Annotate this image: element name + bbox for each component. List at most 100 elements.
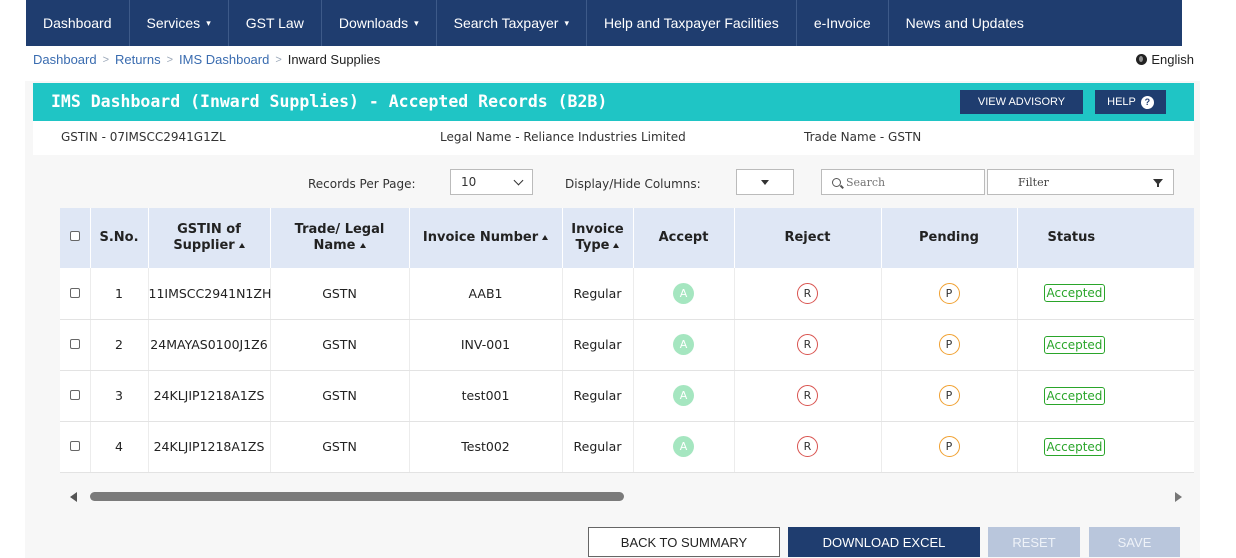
scrollbar-thumb[interactable] <box>90 492 624 501</box>
reject-header-label: Reject <box>784 230 831 245</box>
gstin-header-line2: Supplier <box>173 238 235 253</box>
save-button[interactable]: SAVE <box>1089 527 1180 557</box>
nav-help-facilities[interactable]: Help and Taxpayer Facilities <box>587 0 797 46</box>
table-row: 2 24MAYAS0100J1Z6 GSTN INV-001 Regular A… <box>60 319 1194 371</box>
pending-cell: P <box>881 268 1018 320</box>
invoice-number-header[interactable]: Invoice Number <box>409 208 563 268</box>
records-table: S.No. GSTIN of Supplier Trade/ Legal Name … <box>60 208 1194 473</box>
back-to-summary-button[interactable]: BACK TO SUMMARY <box>588 527 780 557</box>
breadcrumb-dashboard[interactable]: Dashboard <box>33 52 97 67</box>
horizontal-scrollbar[interactable] <box>60 488 1194 506</box>
status-badge: Accepted <box>1043 284 1106 303</box>
nav-news-updates[interactable]: News and Updates <box>889 0 1041 46</box>
gstin-header[interactable]: GSTIN of Supplier <box>148 208 271 268</box>
invoice-number-cell: INV-001 <box>409 319 563 371</box>
row-checkbox[interactable] <box>69 441 80 451</box>
gstin-cell: 24MAYAS0100J1Z6 <box>148 319 271 371</box>
search-field[interactable] <box>821 169 985 195</box>
status-header-label: Status <box>1047 230 1096 245</box>
reject-button[interactable]: R <box>797 385 818 406</box>
status-badge: Accepted <box>1043 386 1106 405</box>
select-all-checkbox[interactable] <box>69 231 80 241</box>
invoice-number-cell: test001 <box>409 370 563 422</box>
accept-cell: A <box>633 370 735 422</box>
caret-down-icon: ▾ <box>206 17 211 28</box>
records-per-page-select[interactable]: 10 <box>450 169 533 195</box>
trade-name-cell: GSTN <box>270 421 410 473</box>
gstin-cell: 24KLJIP1218A1ZS <box>148 421 271 473</box>
nav-dashboard-label: Dashboard <box>43 15 112 31</box>
display-hide-columns-select[interactable] <box>736 169 794 195</box>
pending-button[interactable]: P <box>938 334 960 355</box>
reset-button[interactable]: RESET <box>988 527 1080 557</box>
nav-e-invoice[interactable]: e-Invoice <box>797 0 889 46</box>
status-cell: Accepted <box>1017 319 1194 371</box>
row-checkbox[interactable] <box>69 339 80 349</box>
sort-up-icon <box>613 243 620 248</box>
accept-button[interactable]: A <box>673 385 694 406</box>
accept-button[interactable]: A <box>673 282 694 304</box>
trade-name-cell: GSTN <box>270 319 410 371</box>
view-advisory-button[interactable]: VIEW ADVISORY <box>960 90 1083 114</box>
question-icon: ? <box>1140 95 1154 109</box>
invoice-type-header-line2: Type <box>575 238 610 253</box>
row-select-cell <box>60 319 91 371</box>
breadcrumb: Dashboard > Returns > IMS Dashboard > In… <box>33 52 380 67</box>
top-navigation: Dashboard Services ▾ GST Law Downloads ▾ S… <box>26 0 1182 46</box>
invoice-type-header[interactable]: Invoice Type <box>562 208 634 268</box>
sno-cell: 4 <box>90 421 149 473</box>
nav-dashboard[interactable]: Dashboard <box>26 0 130 46</box>
status-cell: Accepted <box>1017 268 1194 320</box>
table-row: 3 24KLJIP1218A1ZS GSTN test001 Regular A… <box>60 370 1194 422</box>
breadcrumb-current: Inward Supplies <box>287 52 381 67</box>
nav-downloads-label: Downloads <box>338 15 409 31</box>
sno-cell: 1 <box>90 268 149 320</box>
records-table-container[interactable]: S.No. GSTIN of Supplier Trade/ Legal Name … <box>60 208 1194 473</box>
invoice-type-cell: Regular <box>562 370 634 422</box>
nav-gst-law[interactable]: GST Law <box>229 0 322 46</box>
breadcrumb-returns[interactable]: Returns <box>115 52 161 67</box>
pending-button[interactable]: P <box>938 282 960 304</box>
invoice-type-cell: Regular <box>562 268 634 320</box>
invoice-type-header-line1: Invoice <box>571 222 624 237</box>
trade-name-header[interactable]: Trade/ Legal Name <box>270 208 410 268</box>
row-checkbox[interactable] <box>69 287 80 298</box>
row-checkbox[interactable] <box>69 390 80 400</box>
status-badge: Accepted <box>1043 437 1106 456</box>
reject-button[interactable]: R <box>797 282 818 304</box>
download-excel-button[interactable]: DOWNLOAD EXCEL <box>788 527 980 557</box>
pending-cell: P <box>881 421 1018 473</box>
filter-label: Filter <box>1018 175 1049 189</box>
nav-search-taxpayer[interactable]: Search Taxpayer ▾ <box>437 0 587 46</box>
reject-cell: R <box>734 268 882 320</box>
scroll-left-icon[interactable] <box>70 492 77 502</box>
sort-up-icon <box>359 243 366 248</box>
reject-button[interactable]: R <box>797 436 818 457</box>
nav-gst-law-label: GST Law <box>245 15 304 31</box>
status-badge: Accepted <box>1043 335 1106 354</box>
reject-cell: R <box>734 421 882 473</box>
pending-header-label: Pending <box>919 230 979 245</box>
language-label: English <box>1151 52 1194 67</box>
reject-button[interactable]: R <box>797 334 818 355</box>
sort-up-icon <box>542 235 549 240</box>
invoice-type-cell: Regular <box>562 421 634 473</box>
pending-button[interactable]: P <box>938 436 960 457</box>
breadcrumb-ims-dashboard[interactable]: IMS Dashboard <box>179 52 269 67</box>
filter-icon <box>1153 179 1163 187</box>
accept-button[interactable]: A <box>673 334 694 355</box>
sno-header: S.No. <box>90 208 149 268</box>
language-selector[interactable]: English <box>1136 52 1194 67</box>
nav-services[interactable]: Services ▾ <box>130 0 229 46</box>
help-button[interactable]: HELP? <box>1095 90 1166 114</box>
pending-button[interactable]: P <box>938 385 960 406</box>
scroll-right-icon[interactable] <box>1175 492 1182 502</box>
records-per-page-label: Records Per Page: <box>308 177 416 191</box>
gstin-text: GSTIN - 07IMSCC2941G1ZL <box>61 130 226 144</box>
accept-button[interactable]: A <box>673 436 694 457</box>
reject-cell: R <box>734 370 882 422</box>
filter-dropdown[interactable]: Filter <box>987 169 1174 195</box>
nav-downloads[interactable]: Downloads ▾ <box>322 0 437 46</box>
download-excel-label: DOWNLOAD EXCEL <box>822 534 946 550</box>
search-input[interactable] <box>846 175 976 189</box>
